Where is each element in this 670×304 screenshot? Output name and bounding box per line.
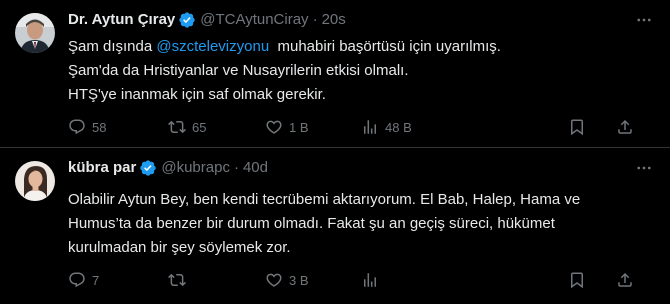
tweet-text: Şam dışında @szctelevizyonu muhabiri baş… bbox=[68, 35, 648, 107]
tweet-text-line: kurulmadan bir şey söylemek zor. bbox=[68, 239, 291, 256]
like-count: 1 B bbox=[289, 119, 309, 135]
more-options-icon[interactable] bbox=[632, 8, 656, 32]
bookmark-icon bbox=[571, 272, 583, 289]
analytics-icon bbox=[364, 120, 376, 134]
reply-button[interactable]: 58 bbox=[68, 117, 106, 137]
share-button[interactable] bbox=[616, 117, 634, 137]
bookmark-icon bbox=[571, 119, 583, 136]
tweet-text-line: Şam'da da Hristiyanlar ve Nusayrilerin e… bbox=[68, 62, 409, 79]
like-button[interactable]: 1 B bbox=[265, 117, 309, 137]
tweet-actions: 7 3 B bbox=[68, 270, 656, 290]
reply-count: 7 bbox=[92, 272, 100, 288]
share-icon bbox=[618, 119, 632, 134]
reply-button[interactable]: 7 bbox=[68, 270, 99, 290]
reply-icon bbox=[69, 119, 85, 135]
tweet-aytun-ciray[interactable]: Dr. Aytun Çıray @TCAytunCiray · 20s Şam … bbox=[0, 0, 670, 148]
tweet-timestamp[interactable]: 20s bbox=[322, 10, 346, 30]
more-options-icon[interactable] bbox=[632, 156, 656, 180]
share-icon bbox=[618, 272, 632, 287]
like-button[interactable]: 3 B bbox=[265, 270, 309, 290]
views-button[interactable]: 48 B bbox=[361, 117, 412, 137]
author-name[interactable]: kübra par bbox=[68, 158, 136, 178]
verified-badge-icon bbox=[139, 159, 157, 177]
analytics-icon bbox=[364, 273, 376, 287]
tweet-text-line: HTŞ'ye inanmak için saf olmak gerekir. bbox=[68, 86, 326, 103]
retweet-icon bbox=[168, 273, 186, 287]
share-button[interactable] bbox=[616, 270, 634, 290]
bookmark-button[interactable] bbox=[568, 270, 586, 290]
verified-badge-icon bbox=[178, 11, 196, 29]
author-handle[interactable]: @kubrapc bbox=[161, 158, 230, 178]
heart-icon bbox=[266, 120, 282, 134]
tweet-actions: 58 65 1 B 48 B bbox=[68, 117, 656, 137]
retweet-button[interactable]: 65 bbox=[168, 117, 206, 137]
tweet-text: Olabilir Aytun Bey, ben kendi tecrübemi … bbox=[68, 188, 648, 260]
author-handle[interactable]: @TCAytunCiray bbox=[200, 10, 308, 30]
separator-dot: · bbox=[312, 11, 318, 28]
like-count: 3 B bbox=[289, 272, 309, 288]
tweet-timestamp[interactable]: 40d bbox=[243, 158, 268, 178]
heart-icon bbox=[266, 273, 282, 287]
avatar-kubra-par[interactable] bbox=[15, 161, 55, 201]
reply-icon bbox=[69, 272, 85, 288]
views-button[interactable] bbox=[361, 270, 385, 290]
mention-link[interactable]: @szctelevizyonu bbox=[156, 38, 269, 55]
tweet-header: Dr. Aytun Çıray @TCAytunCiray · 20s bbox=[68, 10, 346, 30]
view-count: 48 B bbox=[385, 119, 412, 135]
bookmark-button[interactable] bbox=[568, 117, 586, 137]
tweet-text-line: Humus’ta da benzer bir durum olmadı. Fak… bbox=[68, 215, 555, 232]
tweet-text-line: Olabilir Aytun Bey, ben kendi tecrübemi … bbox=[68, 191, 581, 208]
retweet-icon bbox=[168, 120, 186, 134]
retweet-count: 65 bbox=[192, 119, 207, 135]
author-name[interactable]: Dr. Aytun Çıray bbox=[68, 10, 175, 30]
reply-count: 58 bbox=[92, 119, 107, 135]
tweet-header: kübra par @kubrapc · 40d bbox=[68, 158, 268, 178]
tweet-kubra-par[interactable]: kübra par @kubrapc · 40d Olabilir Aytun … bbox=[0, 148, 670, 304]
avatar-aytun-ciray[interactable] bbox=[15, 13, 55, 53]
retweet-button[interactable] bbox=[168, 270, 192, 290]
separator-dot: · bbox=[233, 159, 239, 176]
tweet-text-line: Şam dışında @szctelevizyonu muhabiri baş… bbox=[68, 38, 501, 55]
